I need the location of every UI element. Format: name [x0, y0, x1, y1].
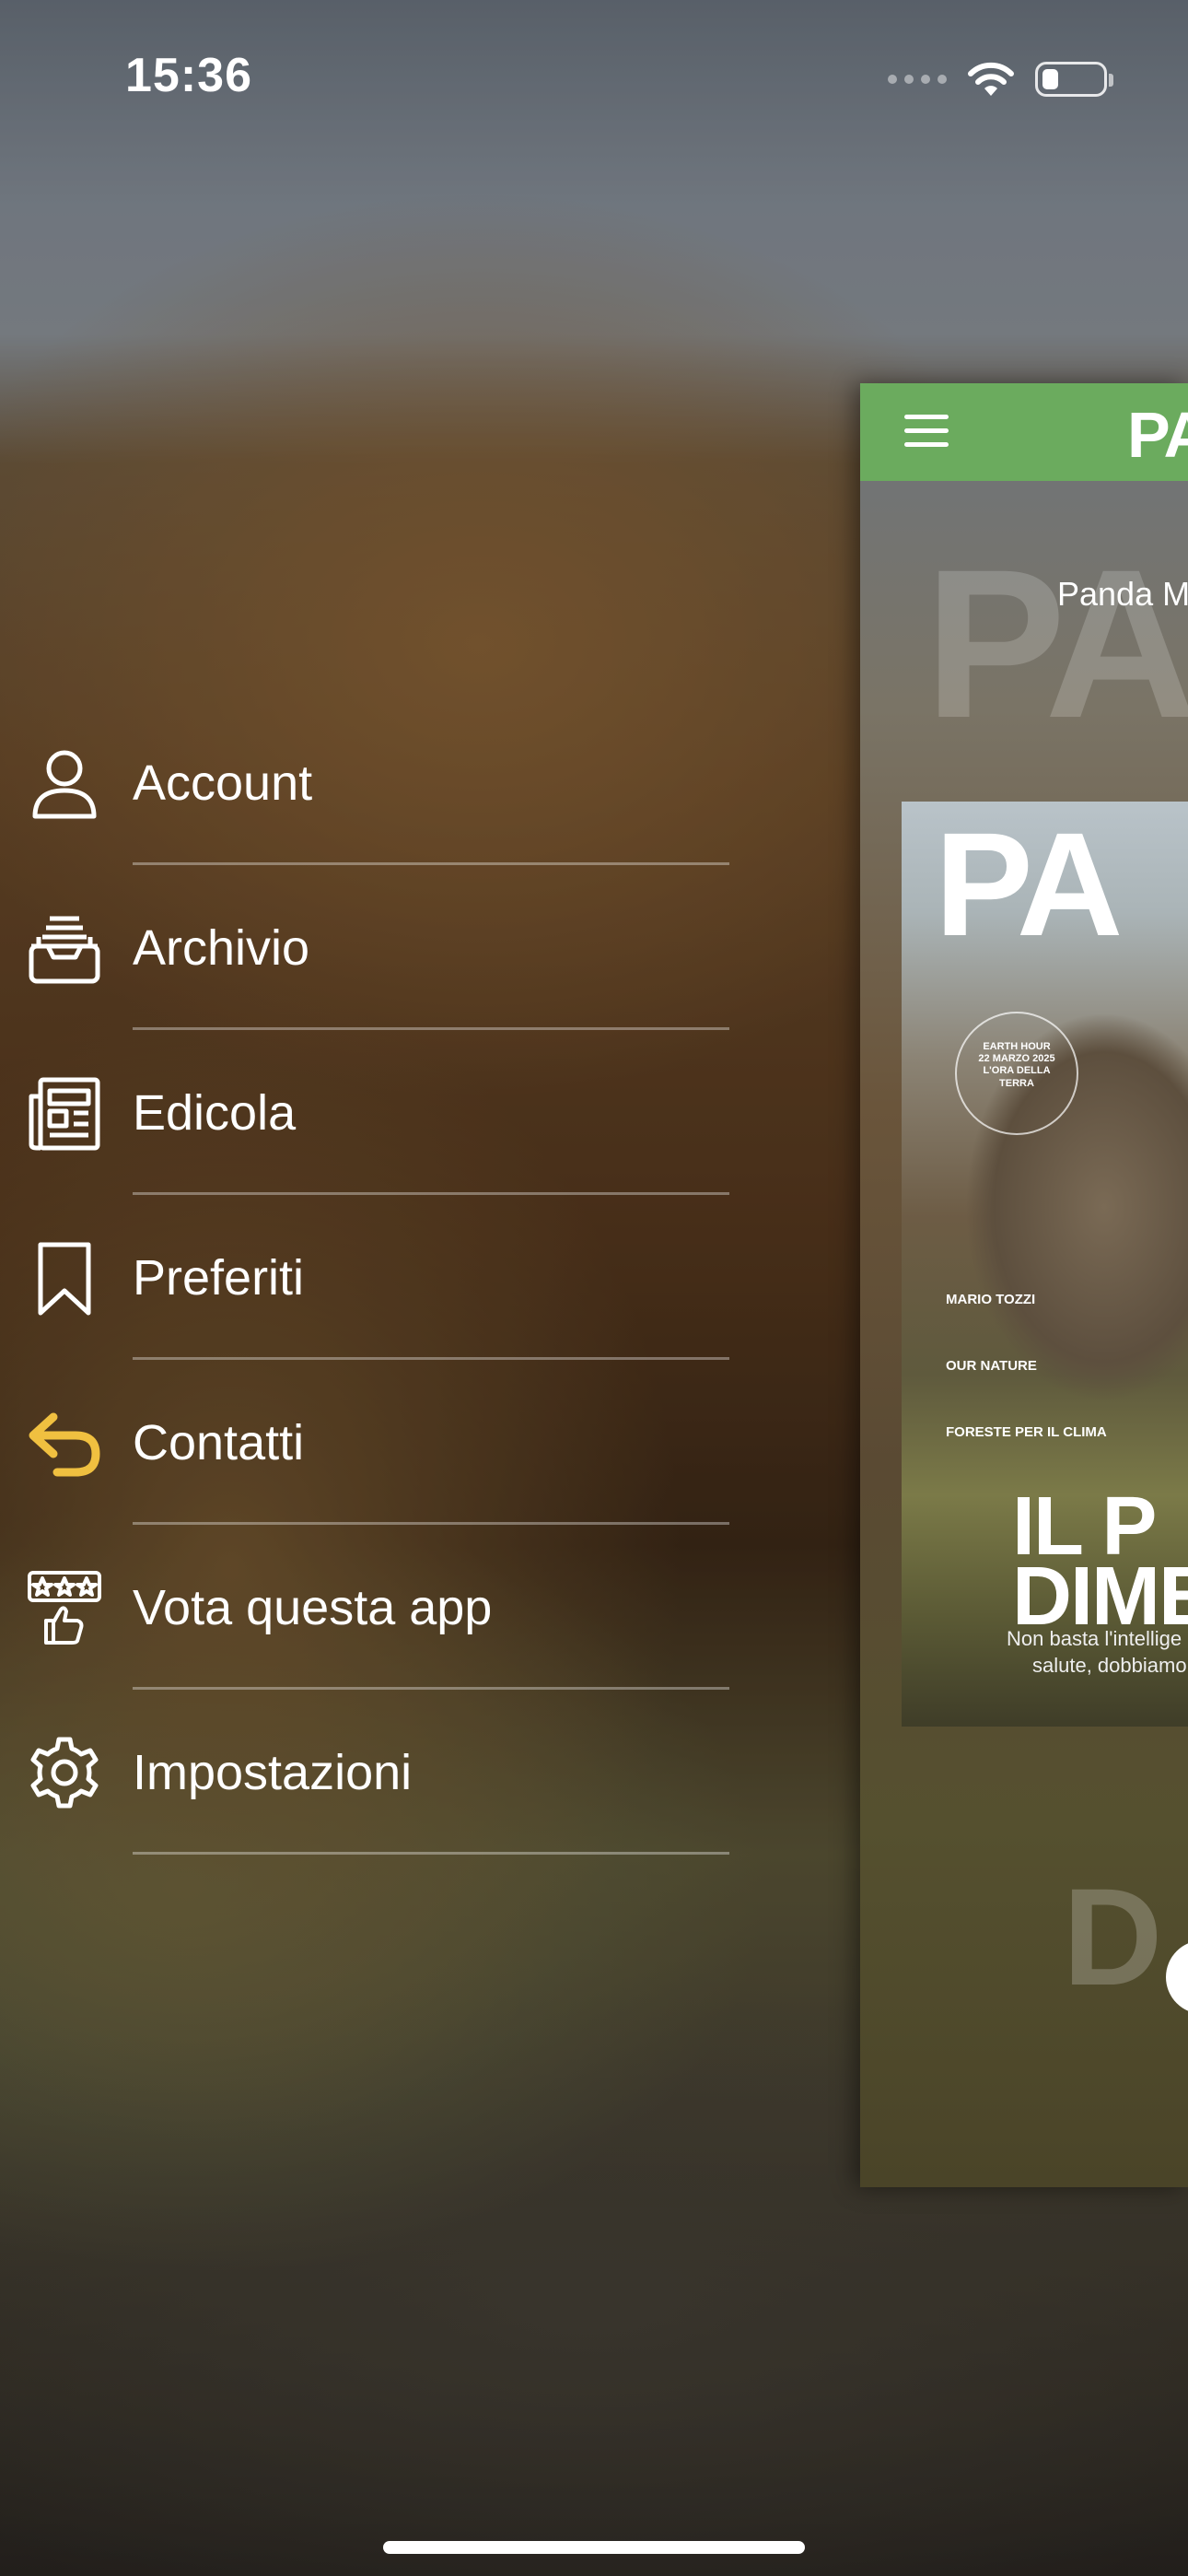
cover-tagline: Non basta l'intellige salute, dobbiamo d — [1007, 1626, 1188, 1679]
background-text: D — [1063, 1859, 1163, 2014]
wifi-icon — [968, 62, 1014, 96]
battery-level — [1042, 69, 1058, 89]
magazine-cover[interactable]: PA EARTH HOUR 22 MARZO 2025 L'ORA DELLA … — [902, 802, 1188, 1727]
status-icons — [888, 53, 1113, 105]
hamburger-menu-icon[interactable] — [904, 415, 949, 448]
cellular-signal-icon — [888, 75, 947, 84]
menu-item-account[interactable]: Account — [0, 700, 737, 865]
side-menu: Account Archivio Edicola Preferiti Conta… — [0, 700, 737, 1855]
menu-divider — [133, 1852, 729, 1855]
app-content-preview[interactable]: PA PA Panda M PA EARTH HOUR 22 MARZO 202… — [860, 383, 1188, 2187]
cover-section-title: OUR NATURE — [946, 1358, 1037, 1374]
cover-section-title: MARIO TOZZI — [946, 1292, 1036, 1307]
menu-item-impostazioni[interactable]: Impostazioni — [0, 1690, 737, 1855]
menu-label-impostazioni: Impostazioni — [133, 1744, 413, 1800]
gear-icon — [26, 1734, 103, 1811]
battery-icon — [1035, 62, 1113, 97]
seal-text: EARTH HOUR 22 MARZO 2025 L'ORA DELLA TER… — [978, 1041, 1055, 1089]
home-indicator[interactable] — [383, 2541, 805, 2554]
menu-label-edicola: Edicola — [133, 1084, 297, 1141]
menu-item-contatti[interactable]: Contatti — [0, 1360, 737, 1525]
menu-label-vota-app: Vota questa app — [133, 1579, 493, 1635]
bookmark-icon — [26, 1239, 103, 1317]
menu-label-archivio: Archivio — [133, 919, 310, 976]
app-brand-logo: PA — [1127, 399, 1188, 471]
menu-item-edicola[interactable]: Edicola — [0, 1030, 737, 1195]
cover-title: PA — [935, 802, 1123, 966]
archive-tray-icon — [26, 909, 103, 987]
cover-tagline-line: salute, dobbiamo d — [1032, 1653, 1188, 1677]
menu-item-vota-app[interactable]: Vota questa app — [0, 1525, 737, 1690]
cover-tagline-line: Non basta l'intellige — [1007, 1627, 1182, 1650]
floating-button[interactable] — [1166, 1940, 1188, 2014]
menu-label-preferiti: Preferiti — [133, 1249, 305, 1306]
menu-label-account: Account — [133, 755, 313, 811]
menu-label-contatti: Contatti — [133, 1414, 305, 1470]
reply-arrow-icon — [26, 1404, 103, 1481]
person-icon — [26, 744, 103, 822]
app-header: PA — [860, 383, 1188, 481]
menu-item-preferiti[interactable]: Preferiti — [0, 1195, 737, 1360]
status-time: 15:36 — [125, 49, 252, 102]
cover-section-title: FORESTE PER IL CLIMA — [946, 1424, 1107, 1440]
background-logo: PA — [925, 525, 1188, 762]
magazine-title: Panda M — [1057, 575, 1188, 613]
menu-item-archivio[interactable]: Archivio — [0, 865, 737, 1030]
newspaper-icon — [26, 1074, 103, 1152]
rate-app-icon — [26, 1569, 103, 1646]
earth-hour-seal: EARTH HOUR 22 MARZO 2025 L'ORA DELLA TER… — [955, 1012, 1078, 1135]
